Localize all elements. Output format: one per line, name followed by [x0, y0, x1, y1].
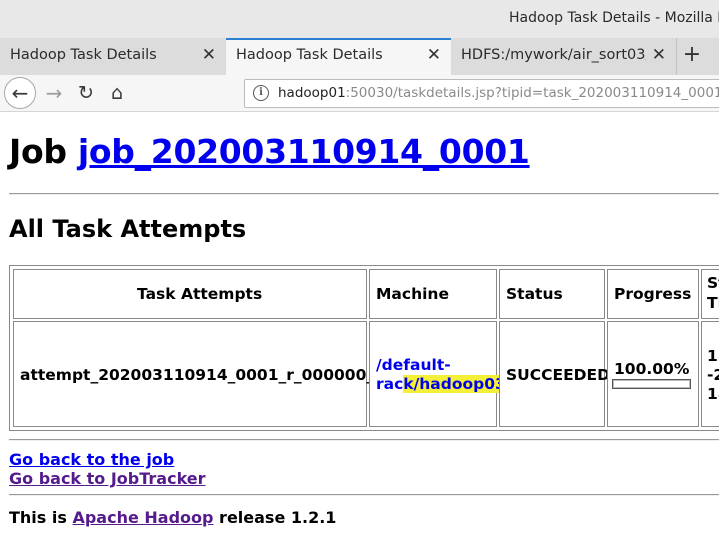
cell-machine: /default- rack/hadoop03 [369, 321, 506, 427]
header-start-time: St Ti [701, 269, 719, 319]
cell-attempt-id: attempt_202003110914_0001_r_000000_0 [13, 321, 385, 427]
navigation-toolbar: ← → ↻ ⌂ i hadoop01:50030/taskdetails.jsp… [0, 75, 719, 112]
divider [9, 494, 719, 496]
task-attempts-table: Task Attempts Machine Status Progress St… [9, 265, 719, 431]
url-text[interactable]: hadoop01:50030/taskdetails.jsp?tipid=tas… [278, 85, 719, 101]
info-icon[interactable]: i [253, 85, 269, 101]
apache-hadoop-link[interactable]: Apache Hadoop [72, 508, 213, 527]
close-icon[interactable]: ✕ [652, 45, 666, 65]
url-path: :50030/taskdetails.jsp?tipid=task_202003… [345, 85, 719, 101]
page-content: Job job_202003110914_0001 All Task Attem… [0, 112, 719, 559]
navigation-links: Go back to the job Go back to JobTracker [9, 450, 206, 488]
header-machine: Machine [369, 269, 497, 319]
cell-start-time: 1 -2 18 [701, 321, 719, 427]
tab-bar: Hadoop Task Details ✕ Hadoop Task Detail… [0, 38, 719, 76]
reload-icon[interactable]: ↻ [70, 77, 102, 109]
highlighted-host: k/hadoop03 [403, 375, 506, 393]
page-title: Job job_202003110914_0001 [9, 132, 530, 171]
window-titlebar: Hadoop Task Details - Mozilla F [0, 0, 719, 38]
tab-label: Hadoop Task Details [10, 47, 157, 63]
section-title: All Task Attempts [9, 215, 247, 243]
back-arrow-icon[interactable]: ← [4, 77, 36, 109]
progress-bar [612, 379, 691, 389]
home-icon[interactable]: ⌂ [101, 77, 133, 109]
header-progress: Progress [607, 269, 699, 319]
divider [9, 439, 719, 441]
back-to-job-link[interactable]: Go back to the job [9, 450, 206, 469]
header-task-attempts: Task Attempts [13, 269, 367, 319]
job-prefix: Job [9, 132, 67, 171]
footer: This is Apache Hadoop release 1.2.1 [9, 508, 337, 527]
job-link[interactable]: job_202003110914_0001 [78, 132, 530, 171]
cell-progress: 100.00% [607, 321, 699, 427]
tab-hdfs[interactable]: HDFS:/mywork/air_sort03/pa ✕ [451, 38, 677, 75]
back-to-jobtracker-link[interactable]: Go back to JobTracker [9, 469, 206, 488]
header-status: Status [499, 269, 605, 319]
divider [9, 193, 719, 195]
tab-hadoop-task-details-1[interactable]: Hadoop Task Details ✕ [0, 38, 227, 75]
window-title: Hadoop Task Details - Mozilla F [509, 10, 719, 26]
tab-label: HDFS:/mywork/air_sort03/pa [461, 47, 646, 63]
url-bar[interactable]: i hadoop01:50030/taskdetails.jsp?tipid=t… [244, 79, 719, 108]
tab-label: Hadoop Task Details [236, 47, 383, 63]
forward-arrow-icon[interactable]: → [38, 77, 70, 109]
close-icon[interactable]: ✕ [202, 45, 216, 65]
cell-status: SUCCEEDED [499, 321, 610, 427]
new-tab-icon[interactable]: + [677, 41, 707, 71]
tab-hadoop-task-details-2[interactable]: Hadoop Task Details ✕ [226, 38, 451, 76]
url-host: hadoop01 [278, 85, 346, 101]
progress-fill [613, 380, 690, 388]
close-icon[interactable]: ✕ [427, 45, 441, 65]
